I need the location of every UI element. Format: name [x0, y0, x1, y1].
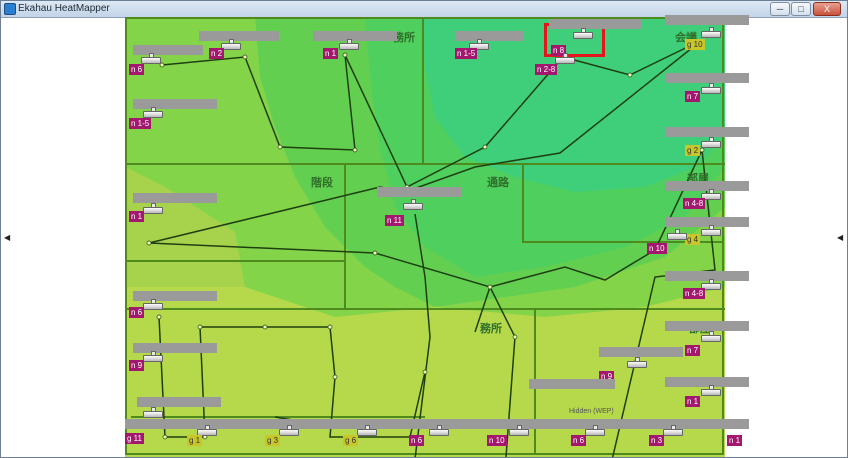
ap-name-bar [133, 193, 217, 203]
access-point-icon [143, 203, 163, 214]
access-point-icon [143, 407, 163, 418]
app-icon [4, 3, 16, 15]
access-point-icon [357, 425, 377, 436]
access-point-icon [627, 357, 647, 368]
left-panel-arrow-icon[interactable]: ◀ [4, 233, 10, 242]
room-label-stairs: 階段 [311, 177, 333, 189]
ap-channel-tag: n 1-5 [129, 118, 152, 129]
access-point-icon [279, 425, 299, 436]
ap-channel-tag: n 6 [409, 435, 425, 446]
access-point-icon [663, 425, 683, 436]
ap-channel-tag: n 7 [685, 345, 701, 356]
ap-channel-tag: n 3 [649, 435, 665, 446]
access-point-icon [701, 137, 721, 148]
access-point-icon [573, 28, 593, 39]
ap-channel-tag: n 10 [647, 243, 667, 254]
ap-channel-tag: g 11 [125, 433, 144, 444]
ap-channel-tag: n 4-8 [683, 288, 706, 299]
access-point-icon [585, 425, 605, 436]
access-point-icon [701, 83, 721, 94]
access-point-icon [143, 299, 163, 310]
minimize-button[interactable]: ─ [770, 2, 790, 16]
ap-channel-tag: n 1 [129, 211, 145, 222]
ap-name-bar [665, 73, 749, 83]
close-button[interactable]: X [813, 2, 841, 16]
access-point-icon [701, 225, 721, 236]
heatmap-svg [125, 17, 725, 457]
ap-name-bar [137, 397, 221, 407]
room-label-office-2: 務所 [480, 323, 502, 335]
access-point-icon [429, 425, 449, 436]
ap-channel-tag: n 10 [487, 435, 507, 446]
ap-channel-tag: g 3 [265, 435, 281, 446]
ap-channel-tag: g 6 [343, 435, 359, 446]
ap-channel-tag: g 4 [685, 234, 701, 245]
window-title: Ekahau HeatMapper [18, 3, 110, 14]
access-point-icon [143, 351, 163, 362]
access-point-icon [143, 107, 163, 118]
ap-name-bar [199, 31, 279, 41]
ap-name-bar [529, 379, 615, 389]
ap-channel-tag: n 1-5 [455, 48, 478, 59]
ap-channel-tag: g 2 [685, 145, 701, 156]
heatmap-canvas[interactable]: 務所 会議 階段 通路 部屋 務所 部屋 Hidden (WEP) [125, 17, 725, 457]
access-point-icon [667, 229, 687, 240]
ap-channel-tag: n 11 [385, 215, 404, 226]
ap-channel-tag: n 9 [129, 360, 145, 371]
ap-name-bar [455, 31, 523, 41]
ap-channel-tag: g 1 [187, 435, 203, 446]
ap-channel-tag: n 7 [685, 91, 701, 102]
ap-name-bar [665, 321, 749, 331]
ap-channel-tag: n 4-8 [683, 198, 706, 209]
ap-channel-tag: n 1 [727, 435, 743, 446]
access-point-icon [339, 39, 359, 50]
access-point-icon [701, 27, 721, 38]
access-point-icon [141, 53, 161, 64]
maximize-button[interactable]: □ [791, 2, 811, 16]
ap-name-bar [665, 127, 749, 137]
access-point-icon [555, 53, 575, 64]
ap-name-bar [599, 347, 683, 357]
access-point-icon [403, 199, 423, 210]
room-label-corridor: 通路 [487, 177, 509, 189]
ap-channel-tag: n 2 [209, 48, 225, 59]
ap-name-bar [549, 19, 641, 29]
access-point-icon [701, 331, 721, 342]
ap-channel-tag: n 6 [571, 435, 587, 446]
access-point-icon [509, 425, 529, 436]
ap-channel-tag: n 2-8 [535, 64, 558, 75]
ap-channel-tag: g 10 [685, 39, 705, 50]
ap-name-bar [377, 187, 461, 197]
right-panel-arrow-icon[interactable]: ◀ [837, 233, 843, 242]
ap-channel-tag: n 6 [129, 307, 145, 318]
app-window: Ekahau HeatMapper ─ □ X ◀ ◀ 務所 会議 階段 通路 … [0, 0, 848, 458]
ap-channel-tag: n 1 [323, 48, 339, 59]
ap-channel-tag: n 1 [685, 396, 701, 407]
hidden-network-label: Hidden (WEP) [569, 408, 614, 415]
access-point-icon [701, 385, 721, 396]
ap-name-bar [665, 15, 749, 25]
ap-channel-tag: n 6 [129, 64, 145, 75]
